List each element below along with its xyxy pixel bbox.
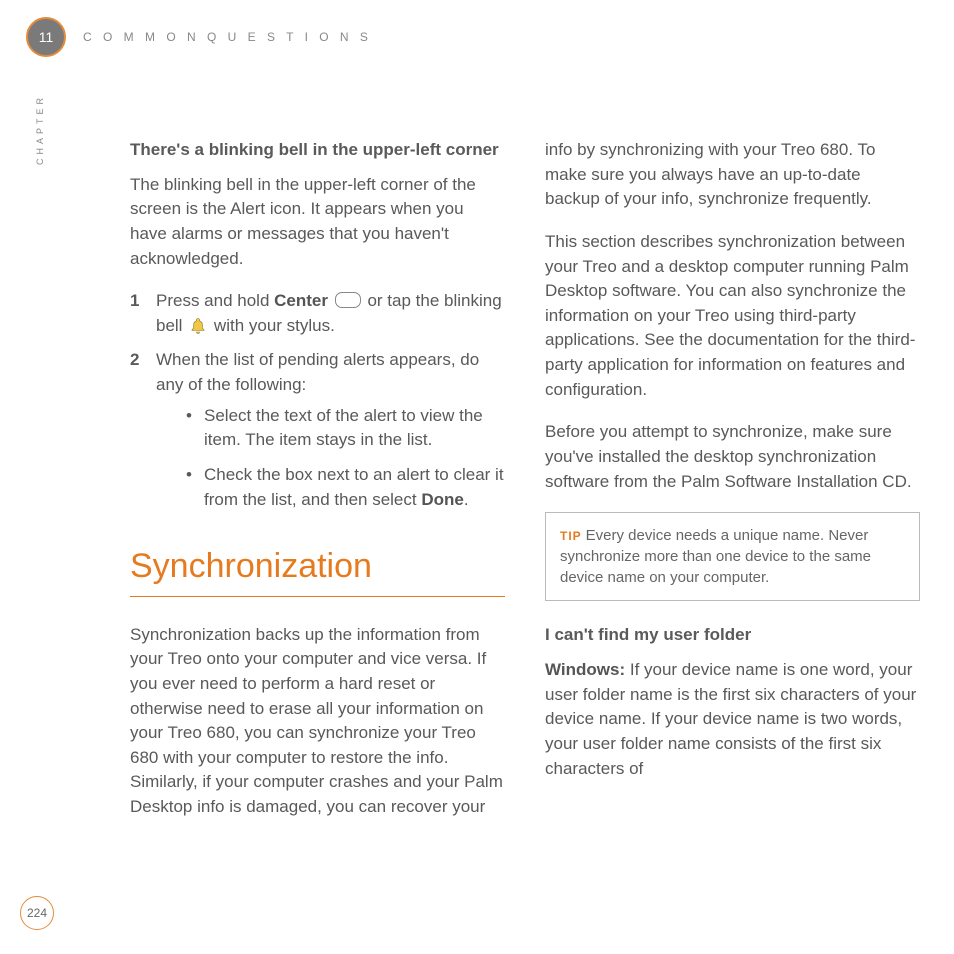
tip-label: TIP [560,529,582,543]
section-heading-user-folder: I can't find my user folder [545,623,920,648]
section-title-synchronization: Synchronization [130,542,505,596]
sub-bullets: Select the text of the alert to view the… [156,404,505,513]
bullet-item: Select the text of the alert to view the… [186,404,505,453]
step-2: 2 When the list of pending alerts appear… [130,348,505,512]
step-number: 2 [130,348,139,373]
bullet-item: Check the box next to an alert to clear … [186,463,505,512]
page-number-badge: 224 [20,896,54,930]
intro-paragraph: The blinking bell in the upper-left corn… [130,173,505,272]
sync-paragraph-2: This section describes synchronization b… [545,230,920,402]
running-header: C O M M O N Q U E S T I O N S [83,30,372,44]
body-content: There's a blinking bell in the upper-lef… [130,138,920,838]
manual-page: 11 C O M M O N Q U E S T I O N S CHAPTER… [0,0,954,954]
center-button-icon [335,292,361,308]
tip-box: TIPEvery device needs a unique name. Nev… [545,512,920,601]
step-1: 1 Press and hold Center or tap the blink… [130,289,505,338]
tip-text: Every device needs a unique name. Never … [560,527,871,586]
bell-icon [187,316,209,335]
chapter-number: 11 [39,29,54,45]
step-number: 1 [130,289,139,314]
steps-list: 1 Press and hold Center or tap the blink… [130,289,505,512]
sync-paragraph-3: Before you attempt to synchronize, make … [545,420,920,494]
chapter-label: CHAPTER [35,94,45,165]
section-heading-blinking-bell: There's a blinking bell in the upper-lef… [130,138,505,163]
page-number: 224 [27,906,47,920]
windows-paragraph: Windows: If your device name is one word… [545,658,920,781]
chapter-number-badge: 11 [26,17,66,57]
